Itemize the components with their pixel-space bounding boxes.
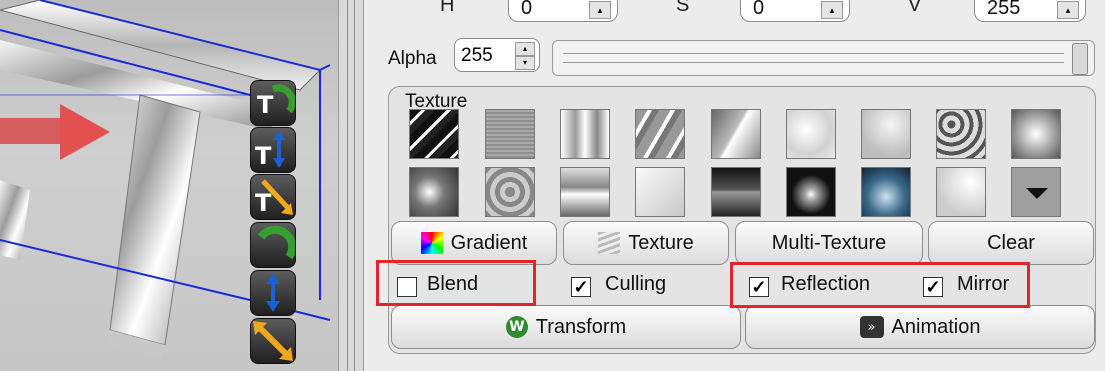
texture-swatch[interactable] — [786, 167, 836, 217]
svg-text:T: T — [257, 91, 274, 119]
more-textures-dropdown-icon[interactable] — [1011, 167, 1061, 217]
h-value: 0 — [521, 0, 533, 19]
property-panel: H 0 ▴ S 0 ▴ V 255 ▴ Alpha 255 ▴ ▾ Textur… — [364, 0, 1105, 371]
clear-label: Clear — [987, 231, 1035, 254]
texture-swatch[interactable] — [711, 109, 761, 159]
alpha-label: Alpha — [388, 48, 437, 69]
scale-icon[interactable] — [250, 318, 296, 364]
transform-button[interactable]: W Transform — [391, 305, 741, 349]
move-text-icon[interactable]: T — [250, 127, 296, 173]
hsv-row: H 0 ▴ S 0 ▴ V 255 ▴ — [364, 0, 1105, 26]
rotate-text-icon[interactable]: T — [250, 80, 296, 126]
s-label: S — [676, 0, 690, 16]
s-spinbox[interactable]: 0 ▴ — [740, 0, 850, 22]
texture-swatch[interactable] — [635, 167, 685, 217]
gradient-icon — [420, 232, 443, 254]
animation-icon: » — [859, 316, 884, 338]
alpha-spinbox[interactable]: 255 ▴ ▾ — [454, 38, 540, 72]
alpha-slider[interactable] — [552, 40, 1095, 76]
texture-group: Texture Gradient Texture Multi-Texture C… — [388, 86, 1096, 354]
scale-text-icon[interactable]: T — [250, 174, 296, 220]
multi-texture-label: Multi-Texture — [771, 231, 887, 254]
spin-arrow-icon[interactable]: ▴ — [821, 1, 843, 19]
h-label: H — [440, 0, 455, 16]
spin-up-icon[interactable]: ▴ — [515, 42, 535, 56]
texture-swatch[interactable] — [409, 109, 459, 159]
texture-icon — [598, 232, 621, 254]
texture-swatch[interactable] — [861, 167, 911, 217]
texture-swatch[interactable] — [786, 109, 836, 159]
slider-thumb[interactable] — [1072, 43, 1088, 75]
panel-splitter[interactable] — [338, 0, 364, 371]
texture-button[interactable]: Texture — [563, 221, 729, 265]
texture-swatch[interactable] — [485, 109, 535, 159]
v-spinbox[interactable]: 255 ▴ — [974, 0, 1086, 22]
v-value: 255 — [987, 0, 1021, 19]
animation-label: Animation — [891, 315, 981, 338]
texture-swatch[interactable] — [485, 167, 535, 217]
texture-swatch[interactable] — [560, 109, 610, 159]
v-label: V — [908, 0, 922, 16]
texture-swatch[interactable] — [635, 109, 685, 159]
slider-track — [563, 53, 1064, 63]
blend-highlight-box — [376, 260, 536, 306]
gradient-label: Gradient — [450, 231, 528, 254]
multi-texture-button[interactable]: Multi-Texture — [735, 221, 923, 265]
svg-text:T: T — [255, 142, 272, 170]
texture-label: Texture — [628, 231, 694, 254]
texture-swatch[interactable] — [560, 167, 610, 217]
gradient-button[interactable]: Gradient — [391, 221, 557, 265]
spin-arrow-icon[interactable]: ▴ — [589, 1, 611, 19]
s-value: 0 — [753, 0, 765, 19]
spin-arrow-icon[interactable]: ▴ — [1057, 1, 1079, 19]
spin-down-icon[interactable]: ▾ — [515, 56, 535, 70]
svg-text:T: T — [255, 189, 272, 217]
rotate-icon[interactable] — [250, 222, 297, 268]
texture-swatch[interactable] — [409, 167, 459, 217]
animation-button[interactable]: » Animation — [745, 305, 1095, 349]
red-arrow-icon — [0, 104, 110, 160]
move-icon[interactable] — [250, 270, 296, 316]
culling-checkbox[interactable]: ✓ — [571, 277, 591, 297]
transform-label: Transform — [535, 315, 627, 338]
viewport-3d[interactable]: T T T — [0, 0, 338, 371]
texture-swatch[interactable] — [936, 109, 986, 159]
alpha-value: 255 — [461, 45, 493, 66]
texture-swatch[interactable] — [711, 167, 761, 217]
transform-icon: W — [505, 316, 528, 338]
texture-swatch[interactable] — [861, 109, 911, 159]
culling-label: Culling — [605, 273, 667, 295]
reflection-mirror-highlight-box — [730, 262, 1030, 308]
clear-button[interactable]: Clear — [928, 221, 1094, 265]
texture-swatch[interactable] — [936, 167, 986, 217]
h-spinbox[interactable]: 0 ▴ — [508, 0, 618, 22]
texture-swatch[interactable] — [1011, 109, 1061, 159]
